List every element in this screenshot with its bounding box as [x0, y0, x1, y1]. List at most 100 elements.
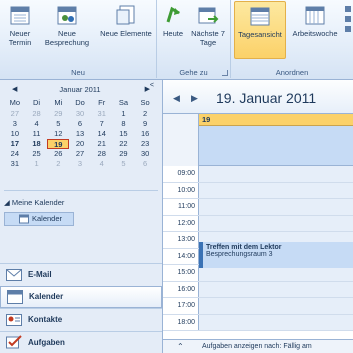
- mini-calendar-day[interactable]: 4: [26, 119, 48, 129]
- new-items-button[interactable]: Neue Elemente: [98, 4, 154, 38]
- mini-calendar-day[interactable]: 21: [91, 139, 113, 149]
- hour-label: 15:00: [163, 265, 199, 281]
- work-week-button[interactable]: Arbeitswoche: [289, 4, 341, 38]
- mini-calendar-day[interactable]: 27: [4, 109, 26, 119]
- weekday-label: Do: [75, 98, 85, 107]
- hour-label: 09:00: [163, 166, 199, 182]
- mini-calendar-day[interactable]: 1: [26, 159, 48, 169]
- mini-calendar-month: Januar 2011: [59, 85, 101, 94]
- next-7-days-button[interactable]: Nächste 7 Tage: [189, 4, 227, 47]
- mini-calendar-day[interactable]: 5: [47, 119, 69, 129]
- mini-calendar-day[interactable]: 10: [4, 129, 26, 139]
- day-column-header[interactable]: 19: [199, 114, 353, 126]
- mini-calendar-days: 27 28 29 30 31 1 2 3 4 5 6 7 8 9 10 11 12 13 14 15 16 17 18 19 2…: [4, 109, 156, 169]
- navigation-pane: ◀ Januar 2011 ▶ Mo Di Mi Do Fr Sa So 27 28 29 30 3…: [0, 80, 163, 353]
- nav-button-mail[interactable]: E-Mail: [0, 263, 162, 286]
- hour-label: 16:00: [163, 281, 199, 297]
- mini-calendar-day[interactable]: 3: [4, 119, 26, 129]
- mini-calendar-day[interactable]: 30: [134, 149, 156, 159]
- ribbon-group-label: Gehe zu: [179, 68, 208, 77]
- mini-calendar-day[interactable]: 26: [47, 149, 69, 159]
- mini-calendar-day[interactable]: 29: [47, 109, 69, 119]
- mini-calendar-day[interactable]: 6: [69, 119, 91, 129]
- mini-calendar-day[interactable]: 24: [4, 149, 26, 159]
- mini-calendar-day[interactable]: 31: [91, 109, 113, 119]
- mini-calendar: ◀ Januar 2011 ▶ Mo Di Mi Do Fr Sa So 27 28 29 30 3…: [4, 85, 156, 169]
- mini-calendar-day[interactable]: 23: [134, 139, 156, 149]
- new-appointment-button[interactable]: Neuer Termin: [2, 4, 38, 47]
- appointment-location: Besprechungsraum 3: [206, 251, 273, 258]
- ribbon-group-label: Anordnen: [275, 68, 309, 77]
- new-meeting-button[interactable]: Neue Besprechung: [40, 4, 94, 47]
- mini-calendar-day[interactable]: 2: [134, 109, 156, 119]
- mini-calendar-day[interactable]: 28: [26, 109, 48, 119]
- tasks-bar[interactable]: ⌃ Aufgaben anzeigen nach: Fällig am: [163, 339, 353, 353]
- mini-calendar-day[interactable]: 4: [91, 159, 113, 169]
- nav-button-contacts[interactable]: Kontakte: [0, 308, 162, 331]
- mini-calendar-day[interactable]: 22: [113, 139, 135, 149]
- hour-row: 18:00: [163, 314, 353, 331]
- calendar-item-kalender[interactable]: Kalender: [4, 212, 74, 226]
- calendar-group[interactable]: ◢ Meine Kalender: [4, 196, 74, 210]
- day-view-header: ◀ ▶ 19. Januar 2011: [163, 80, 353, 114]
- day-view-button[interactable]: Tagesansicht: [234, 1, 286, 59]
- time-slot[interactable]: [199, 182, 353, 198]
- mini-calendar-day[interactable]: 30: [69, 109, 91, 119]
- mini-calendar-day[interactable]: 9: [134, 119, 156, 129]
- today-button[interactable]: Heute: [159, 4, 187, 38]
- time-slot[interactable]: [199, 199, 353, 215]
- time-slot[interactable]: [199, 298, 353, 314]
- mini-calendar-day[interactable]: 28: [91, 149, 113, 159]
- mini-calendar-day[interactable]: 31: [4, 159, 26, 169]
- time-slot[interactable]: [199, 281, 353, 297]
- time-gutter-header: [163, 114, 199, 166]
- mini-calendar-day[interactable]: 12: [47, 129, 69, 139]
- mini-calendar-day[interactable]: 11: [26, 129, 48, 139]
- hour-row: 12:00: [163, 215, 353, 232]
- dialog-launcher-icon[interactable]: [222, 70, 228, 76]
- mini-calendar-day[interactable]: 3: [69, 159, 91, 169]
- day-title: 19. Januar 2011: [216, 90, 317, 106]
- mini-calendar-day[interactable]: 6: [134, 159, 156, 169]
- mini-calendar-day[interactable]: 17: [4, 139, 26, 149]
- appointment[interactable]: Treffen mit dem Lektor Besprechungsraum …: [199, 242, 353, 268]
- time-slot[interactable]: [199, 215, 353, 231]
- ribbon-group-label: Neu: [71, 68, 85, 77]
- hour-row: 16:00: [163, 281, 353, 298]
- weekday-row: Mo Di Mi Do Fr Sa So: [4, 98, 156, 108]
- mini-calendar-day[interactable]: 7: [91, 119, 113, 129]
- mini-calendar-day[interactable]: 16: [134, 129, 156, 139]
- weekday-label: So: [140, 98, 150, 107]
- mini-calendar-day[interactable]: 15: [113, 129, 135, 139]
- weekday-label: Di: [33, 98, 41, 107]
- mini-calendar-day[interactable]: 29: [113, 149, 135, 159]
- collapse-pane-icon[interactable]: <: [150, 82, 154, 89]
- mini-calendar-day[interactable]: 19: [47, 139, 70, 149]
- prev-day-icon[interactable]: ◀: [173, 93, 180, 104]
- all-day-area[interactable]: [199, 126, 353, 166]
- mini-calendar-day[interactable]: 20: [69, 139, 91, 149]
- time-slot[interactable]: [199, 314, 353, 330]
- mini-calendar-day[interactable]: 14: [91, 129, 113, 139]
- mini-calendar-day[interactable]: 8: [113, 119, 135, 129]
- next-day-icon[interactable]: ▶: [191, 93, 198, 104]
- mini-calendar-day[interactable]: 2: [47, 159, 69, 169]
- mini-calendar-day[interactable]: 5: [113, 159, 135, 169]
- prev-month-icon[interactable]: ◀: [12, 85, 17, 93]
- weekday-label: Mi: [54, 98, 63, 107]
- mini-calendar-day[interactable]: 25: [26, 149, 48, 159]
- collapse-tasks-icon[interactable]: ⌃: [177, 340, 184, 353]
- nav-button-tasks[interactable]: Aufgaben: [0, 330, 162, 353]
- mini-calendar-day[interactable]: 27: [69, 149, 91, 159]
- mini-calendar-day[interactable]: 1: [113, 109, 135, 119]
- more-views-icon[interactable]: [345, 6, 353, 42]
- hour-label: 10:00: [163, 182, 199, 198]
- nav-button-calendar[interactable]: Kalender: [0, 285, 162, 308]
- work-week-icon: [305, 6, 325, 25]
- calendar-icon: [10, 6, 30, 25]
- time-slot[interactable]: [199, 166, 353, 182]
- mini-calendar-day[interactable]: 13: [69, 129, 91, 139]
- ribbon-group-goto: Heute Nächste 7 Tage Gehe zu: [157, 0, 231, 78]
- next-days-icon: [198, 7, 219, 24]
- mini-calendar-day[interactable]: 18: [26, 139, 48, 149]
